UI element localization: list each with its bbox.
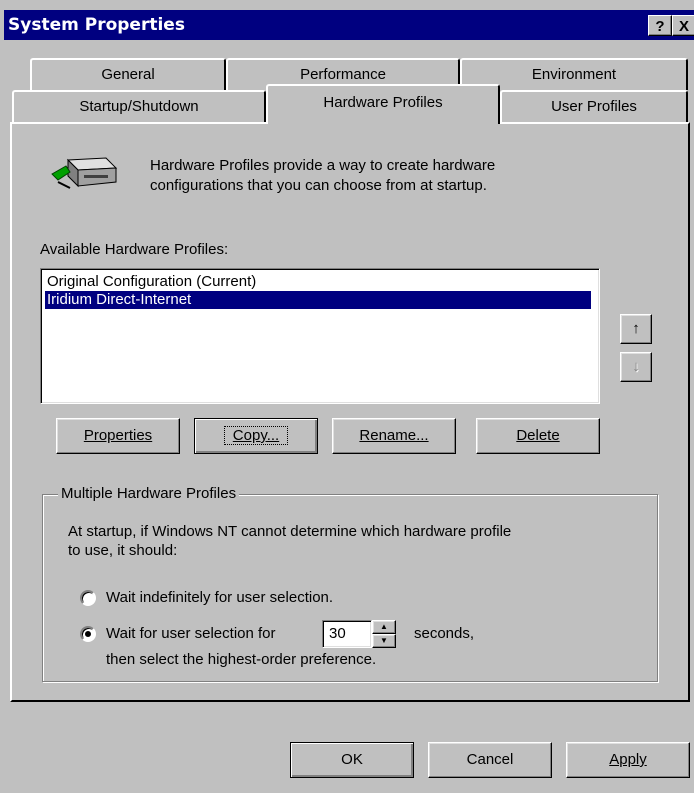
window-title: System Properties xyxy=(8,15,185,35)
move-up-button[interactable]: ↑ xyxy=(620,314,652,344)
list-item-selected[interactable]: Iridium Direct-Internet xyxy=(45,291,591,309)
multiple-desc-line-2: to use, it should: xyxy=(68,542,178,559)
available-profiles-label: Available Hardware Profiles: xyxy=(40,241,229,258)
hardware-profile-icon xyxy=(51,157,118,189)
multiple-profiles-group-label: Multiple Hardware Profiles xyxy=(58,485,240,502)
radio-selected-dot xyxy=(85,631,91,637)
rename-button-label: Rename... xyxy=(359,427,429,444)
delete-button-label: Delete xyxy=(516,427,560,444)
tab-general[interactable]: General xyxy=(30,58,226,90)
intro-line-1: Hardware Profiles provide a way to creat… xyxy=(150,157,496,174)
apply-button[interactable]: Apply xyxy=(566,742,690,778)
tab-startup-shutdown[interactable]: Startup/Shutdown xyxy=(12,90,266,122)
cancel-button[interactable]: Cancel xyxy=(428,742,552,778)
list-item[interactable]: Original Configuration (Current) xyxy=(45,273,591,291)
tab-hardware-profiles[interactable]: Hardware Profiles xyxy=(266,84,500,124)
copy-button-label: Copy... xyxy=(223,426,289,445)
delete-button[interactable]: Delete xyxy=(476,418,600,454)
radio-wait-indefinitely[interactable] xyxy=(80,590,96,606)
properties-button[interactable]: Properties xyxy=(56,418,180,454)
arrow-up-icon: ↑ xyxy=(632,320,640,337)
seconds-spinner[interactable]: 30 xyxy=(322,620,372,648)
rename-button[interactable]: Rename... xyxy=(332,418,456,454)
close-button[interactable]: X xyxy=(672,15,694,36)
radio-wait-for[interactable] xyxy=(80,626,96,642)
copy-button[interactable]: Copy... xyxy=(194,418,318,454)
ok-button-label: OK xyxy=(341,751,363,768)
profiles-listbox[interactable]: Original Configuration (Current) Iridium… xyxy=(40,268,600,404)
properties-button-label: Properties xyxy=(83,427,153,444)
cancel-button-label: Cancel xyxy=(466,751,514,768)
seconds-input[interactable]: 30 xyxy=(329,625,346,642)
radio-wait-indefinitely-label[interactable]: Wait indefinitely for user selection. xyxy=(106,589,333,606)
arrow-down-icon: ↓ xyxy=(632,358,640,375)
apply-button-label: Apply xyxy=(609,751,647,768)
tab-user-profiles[interactable]: User Profiles xyxy=(500,90,688,122)
help-button[interactable]: ? xyxy=(648,15,672,36)
ok-button[interactable]: OK xyxy=(290,742,414,778)
then-select-text: then select the highest-order preference… xyxy=(106,651,377,668)
multiple-desc-line-1: At startup, if Windows NT cannot determi… xyxy=(68,523,512,540)
spin-down-button[interactable]: ▼ xyxy=(372,634,396,648)
move-down-button[interactable]: ↓ xyxy=(620,352,652,382)
spin-up-button[interactable]: ▲ xyxy=(372,620,396,634)
seconds-label: seconds, xyxy=(414,625,475,642)
radio-wait-for-label[interactable]: Wait for user selection for xyxy=(106,625,276,642)
intro-line-2: configurations that you can choose from … xyxy=(150,177,487,194)
system-properties-window: System Properties ? X General Performanc… xyxy=(0,0,694,793)
title-bar[interactable]: System Properties ? X xyxy=(4,10,694,40)
